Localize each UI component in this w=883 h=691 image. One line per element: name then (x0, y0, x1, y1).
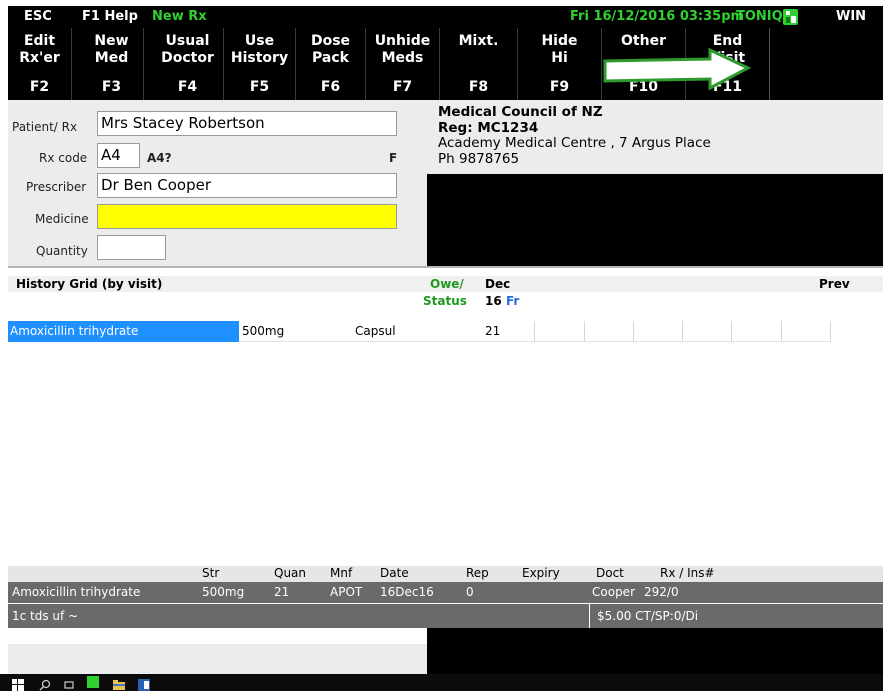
edit-rxer-button[interactable]: Edit Rx'er F2 (8, 28, 72, 100)
esc-button[interactable]: ESC (24, 9, 52, 24)
detail-str: 500mg (202, 585, 245, 599)
history-header: History Grid (by visit) Owe/ Dec Prev (8, 276, 883, 292)
patient-label: Patient/ Rx (12, 120, 78, 134)
status-area (8, 628, 427, 674)
grid-divider (830, 321, 831, 342)
datetime-label: Fri 16/12/2016 03:35pm (570, 9, 745, 24)
brand-label: TONIQ (736, 9, 783, 24)
rxcode-field[interactable]: A4 (97, 143, 140, 168)
table-row[interactable]: Amoxicillin trihydrate 500mg Capsul 21 (8, 321, 831, 342)
usual-doctor-button[interactable]: Usual Doctor F4 (152, 28, 224, 100)
instructions-text[interactable]: 1c tds uf ~ (12, 604, 78, 628)
history-strength-cell: 500mg (242, 324, 285, 338)
quantity-field[interactable] (97, 235, 166, 260)
detail-header: Str Quan Mnf Date Rep Expiry Doct Rx / I… (8, 566, 883, 582)
quan-header: Quan (274, 566, 307, 580)
detail-rep: 0 (466, 585, 474, 599)
windows-start-icon[interactable] (12, 676, 24, 691)
detail-mnf: APOT (330, 585, 363, 599)
new-med-button[interactable]: New Med F3 (80, 28, 144, 100)
detail-quan: 21 (274, 585, 290, 599)
mnf-header: Mnf (330, 566, 353, 580)
pointer-arrow-icon (603, 48, 752, 91)
status-panel-dark (427, 628, 883, 674)
prescriber-field[interactable]: Dr Ben Cooper (97, 173, 397, 198)
prescriber-info-panel: Medical Council of NZ Reg: MC1234 Academ… (427, 100, 883, 266)
win-button[interactable]: WIN (836, 9, 866, 24)
mixt-button[interactable]: Mixt. F8 (440, 28, 518, 100)
dose-pack-button[interactable]: Dose Pack F6 (296, 28, 366, 100)
word-icon[interactable] (138, 676, 150, 691)
owe-label: Owe/ (430, 277, 464, 291)
function-key-bar: Edit Rx'er F2 New Med F3 Usual Doctor F4 Use Hi… (8, 28, 883, 100)
detail-medicine: Amoxicillin trihydrate (12, 585, 141, 599)
patient-field[interactable]: Mrs Stacey Robertson (97, 111, 397, 136)
day-label: 16 (485, 294, 502, 308)
top-bar: ESC F1 Help New Rx Fri 16/12/2016 03:35p… (8, 6, 883, 28)
practice-phone: Ph 9878765 (438, 150, 520, 167)
grid-divider (781, 321, 782, 342)
history-medicine-cell[interactable]: Amoxicillin trihydrate (8, 321, 239, 342)
prescriber-label: Prescriber (26, 180, 87, 194)
registration-number: Reg: MC1234 (438, 119, 539, 136)
unhide-meds-button[interactable]: Unhide Meds F7 (366, 28, 440, 100)
help-button[interactable]: F1 Help (82, 9, 138, 24)
history-grid: History Grid (by visit) Owe/ Dec Prev St… (8, 266, 883, 566)
date-header: Date (380, 566, 409, 580)
task-view-icon[interactable] (63, 676, 75, 689)
dayname-label: Fr (506, 294, 520, 308)
history-qty-cell: 21 (485, 324, 501, 338)
divider (589, 604, 590, 628)
patient-panel: Patient/ Rx Mrs Stacey Robertson Rx code… (8, 100, 427, 266)
medicine-label: Medicine (35, 212, 89, 226)
practice-address: Academy Medical Centre , 7 Argus Place (438, 135, 711, 151)
instructions-row: 1c tds uf ~ $5.00 CT/SP:0/Di (8, 604, 883, 628)
mode-label: New Rx (152, 9, 207, 24)
detail-doct: Cooper (592, 585, 635, 599)
rxcode-hint: A4? (147, 151, 172, 165)
history-form-cell: Capsul (355, 324, 396, 338)
status-label: Status (423, 294, 467, 308)
hide-history-button[interactable]: Hide Hi F9 (518, 28, 602, 100)
history-title: History Grid (by visit) (16, 277, 163, 291)
month-label: Dec (485, 277, 511, 291)
doct-header: Doct (596, 566, 624, 580)
rep-header: Rep (466, 566, 489, 580)
use-history-button[interactable]: Use History F5 (224, 28, 296, 100)
grid-divider (633, 321, 634, 342)
str-header: Str (202, 566, 220, 580)
grid-divider (731, 321, 732, 342)
windows-taskbar (0, 674, 883, 691)
status-bar (8, 644, 427, 674)
rxins-header: Rx / Ins# (660, 566, 715, 580)
expiry-header: Expiry (522, 566, 560, 580)
toniq-app-icon[interactable] (87, 676, 99, 688)
price-text: $5.00 CT/SP:0/Di (597, 609, 699, 623)
medicine-field[interactable] (97, 204, 397, 229)
rxcode-label: Rx code (39, 151, 88, 165)
folder-icon[interactable] (113, 676, 125, 690)
prev-button[interactable]: Prev (819, 277, 850, 291)
flag-label: F (389, 151, 398, 165)
toniq-icon[interactable] (783, 9, 798, 25)
council-name: Medical Council of NZ (438, 104, 603, 120)
grid-divider (682, 321, 683, 342)
detail-date: 16Dec16 (380, 585, 434, 599)
grid-divider (534, 321, 535, 342)
detail-row[interactable]: Amoxicillin trihydrate 500mg 21 APOT 16D… (8, 582, 883, 603)
search-icon[interactable] (39, 676, 51, 691)
quantity-label: Quantity (36, 244, 88, 258)
detail-rxins: 292/0 (644, 585, 679, 599)
grid-divider (584, 321, 585, 342)
